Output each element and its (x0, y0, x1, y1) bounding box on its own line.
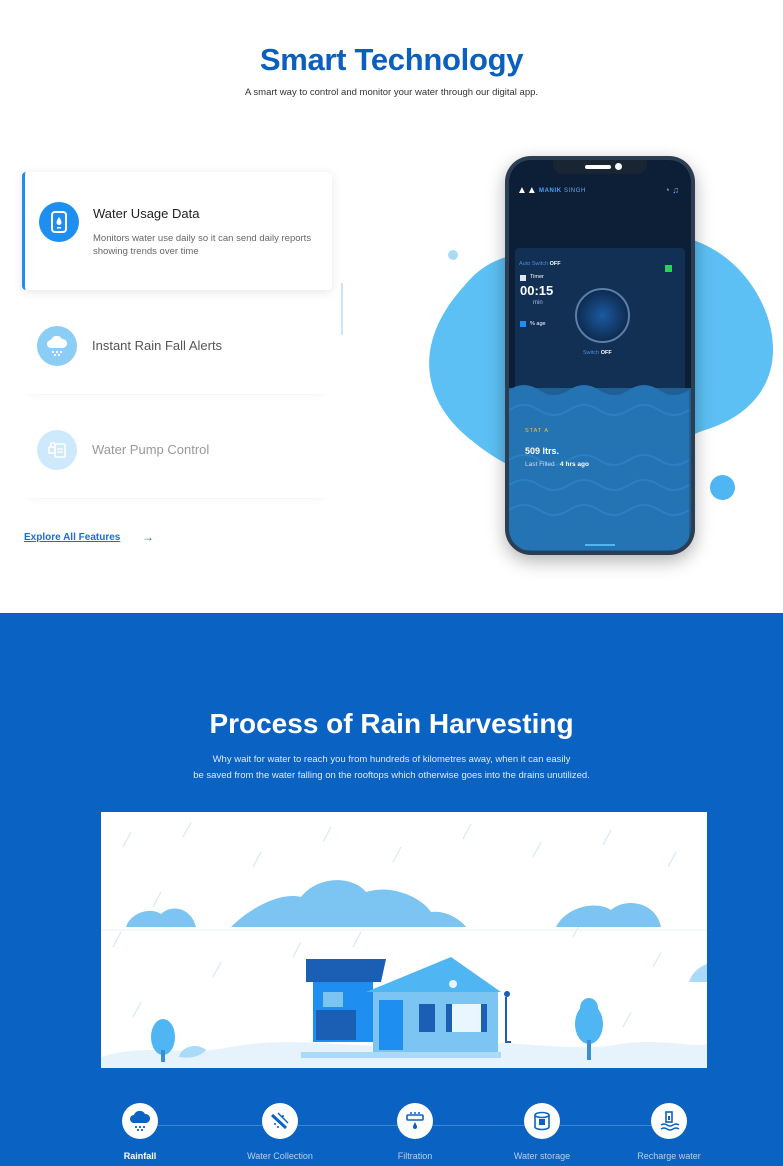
feature-description: Monitors water use daily so it can send … (93, 233, 312, 257)
pipe-icon (262, 1103, 298, 1139)
water-level-graphic (509, 385, 691, 551)
timer-label: Timer (530, 274, 544, 280)
rain-cloud-icon (37, 326, 77, 366)
scroll-indicator[interactable] (341, 283, 343, 335)
tank-icon (524, 1103, 560, 1139)
status-indicator (665, 265, 672, 272)
feature-card-pump-control[interactable]: Water Pump Control (22, 400, 332, 498)
phone-mockup: ▲▲ MANIK SINGH ◔ ♫ Auto Switch OFF Timer… (505, 156, 695, 555)
decorative-dot (448, 250, 458, 260)
timer-checkbox[interactable] (520, 275, 526, 281)
recharge-icon (651, 1103, 687, 1139)
app-user-name: MANIK SINGH (539, 188, 586, 194)
rain-cloud-icon (122, 1103, 158, 1139)
switch-dial[interactable] (575, 288, 630, 343)
timer-value: 00:15 (520, 283, 554, 298)
percent-label: % age (530, 321, 546, 327)
step-rainfall[interactable]: Rainfall (95, 1103, 185, 1161)
app-logo-icon: ▲▲ (517, 185, 537, 196)
step-label: Water storage (513, 1151, 571, 1161)
step-label: Recharge water (637, 1151, 701, 1161)
percent-checkbox[interactable] (520, 321, 526, 327)
step-filtration[interactable]: Filtration (370, 1103, 460, 1161)
step-recharge-water[interactable]: Recharge water (624, 1103, 714, 1161)
phone-notch (553, 160, 647, 174)
stat-value: 509 ltrs. (525, 446, 560, 456)
stat-label: STAT A (525, 428, 550, 434)
pump-icon (37, 430, 77, 470)
smart-technology-section: Smart Technology A smart way to control … (0, 0, 783, 613)
home-indicator (585, 544, 615, 546)
phone-water-icon (39, 202, 79, 242)
feature-title: Instant Rain Fall Alerts (92, 338, 223, 353)
feature-list: Water Usage Data Monitors water use dail… (22, 172, 332, 498)
section-title: Process of Rain Harvesting (209, 708, 574, 739)
rain-harvesting-illustration (101, 812, 707, 1068)
feature-title: Water Usage Data (93, 206, 200, 221)
auto-switch-label[interactable]: Auto Switch OFF (519, 261, 561, 267)
step-label: Water Collection (247, 1151, 313, 1161)
feature-card-water-usage[interactable]: Water Usage Data Monitors water use dail… (22, 172, 332, 290)
filter-icon (397, 1103, 433, 1139)
step-label: Rainfall (123, 1151, 157, 1161)
step-water-storage[interactable]: Water storage (497, 1103, 587, 1161)
switch-label: Switch OFF (583, 350, 612, 356)
step-label: Filtration (397, 1151, 433, 1161)
section-title: Smart Technology (259, 42, 524, 77)
app-header-icons[interactable]: ◔ ♫ (664, 185, 679, 195)
explore-features-link[interactable]: Explore All Features (24, 532, 120, 543)
timer-unit: min (533, 300, 543, 306)
arrow-right-icon[interactable]: → (142, 530, 154, 544)
rain-harvesting-section: Process of Rain Harvesting Why wait for … (0, 613, 783, 1166)
feature-card-rain-alerts[interactable]: Instant Rain Fall Alerts (22, 296, 332, 394)
last-filled: Last Filled 4 hrs ago (525, 461, 589, 468)
decorative-dot (710, 475, 735, 500)
app-screen: ▲▲ MANIK SINGH ◔ ♫ Auto Switch OFF Timer… (509, 160, 691, 551)
section-subtitle: A smart way to control and monitor your … (244, 87, 539, 98)
feature-title: Water Pump Control (92, 442, 210, 457)
step-water-collection[interactable]: Water Collection (235, 1103, 325, 1161)
section-subtitle: Why wait for water to reach you from hun… (193, 754, 590, 781)
